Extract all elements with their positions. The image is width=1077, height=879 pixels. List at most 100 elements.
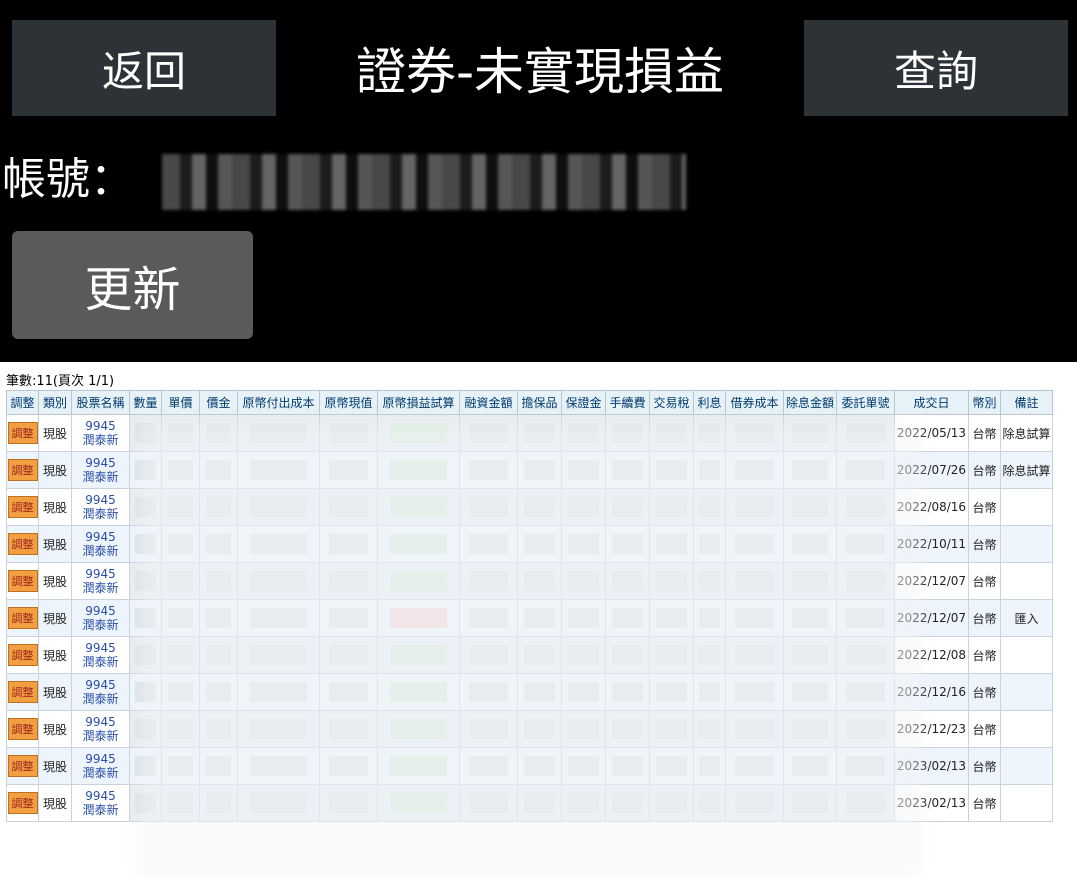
stock-code-link[interactable]: 9945 [73,419,129,433]
query-button[interactable]: 查詢 [804,20,1068,116]
masked-cell [605,784,650,822]
stock-code-link[interactable]: 9945 [73,678,129,692]
account-number-masked[interactable] [162,154,686,210]
masked-cell [459,636,518,674]
stock-code-link[interactable]: 9945 [73,567,129,581]
stock-name-link[interactable]: 潤泰新 [73,470,129,484]
note-cell: 除息試算 [1000,451,1053,489]
stock-code-link[interactable]: 9945 [73,641,129,655]
adjust-button[interactable]: 調整 [7,533,38,555]
trade-date-cell: 2022/10/11 [894,525,969,563]
masked-cell [725,636,784,674]
masked-cell [161,636,200,674]
trade-date-cell: 2022/12/07 [894,599,969,637]
stock-cell[interactable]: 9945 潤泰新 [71,710,130,748]
type-cell: 現股 [38,636,72,674]
stock-code-link[interactable]: 9945 [73,456,129,470]
stock-cell[interactable]: 9945 潤泰新 [71,599,130,637]
stock-name-link[interactable]: 潤泰新 [73,544,129,558]
masked-cell [517,673,562,711]
masked-cell [693,784,726,822]
table-header-row: 調整 類別 股票名稱 數量 單價 價金 原幣付出成本 原幣現值 原幣損益試算 融資金額 擔保品 保證金… [6,390,1053,415]
masked-cell [783,451,837,489]
currency-cell: 台幣 [968,414,1001,452]
stock-code-link[interactable]: 9945 [73,530,129,544]
stock-name-link[interactable]: 潤泰新 [73,692,129,706]
masked-cell [319,525,378,563]
column-header: 類別 [38,390,72,415]
column-header: 單價 [161,390,200,415]
masked-cell [649,414,694,452]
adjust-button[interactable]: 調整 [7,459,38,481]
adjust-button[interactable]: 調整 [7,496,38,518]
table-row: 調整 現股 9945 潤泰新 2022/12/07 台幣 匯入 [6,599,1053,637]
stock-cell[interactable]: 9945 潤泰新 [71,747,130,785]
stock-cell[interactable]: 9945 潤泰新 [71,414,130,452]
masked-cell [161,525,200,563]
results-panel: 筆數:11(頁次 1/1) 調整 類別 股票名稱 數量 單價 價金 原幣付出成本 原幣現值 原幣… [0,362,1077,879]
stock-name-link[interactable]: 潤泰新 [73,766,129,780]
stock-name-link[interactable]: 潤泰新 [73,581,129,595]
masked-cell [517,599,562,637]
back-button[interactable]: 返回 [12,20,276,116]
adjust-cell: 調整 [6,784,39,822]
stock-code-link[interactable]: 9945 [73,715,129,729]
type-cell: 現股 [38,673,72,711]
masked-cell [237,673,320,711]
stock-name-link[interactable]: 潤泰新 [73,729,129,743]
adjust-button[interactable]: 調整 [7,644,38,666]
adjust-button[interactable]: 調整 [7,681,38,703]
stock-cell[interactable]: 9945 潤泰新 [71,488,130,526]
masked-cell [237,784,320,822]
adjust-button[interactable]: 調整 [7,792,38,814]
stock-name-link[interactable]: 潤泰新 [73,803,129,817]
masked-cell [199,673,238,711]
stock-name-link[interactable]: 潤泰新 [73,507,129,521]
stock-name-link[interactable]: 潤泰新 [73,655,129,669]
masked-cell [605,636,650,674]
trade-date-cell: 2022/12/16 [894,673,969,711]
masked-cell [693,747,726,785]
stock-cell[interactable]: 9945 潤泰新 [71,562,130,600]
adjust-button[interactable]: 調整 [7,570,38,592]
masked-cell [836,451,895,489]
column-header: 利息 [693,390,726,415]
type-cell: 現股 [38,747,72,785]
column-header: 手續費 [605,390,650,415]
adjust-button[interactable]: 調整 [7,422,38,444]
stock-code-link[interactable]: 9945 [73,789,129,803]
column-header: 委託單號 [836,390,895,415]
masked-cell [459,414,518,452]
masked-cell [319,414,378,452]
masked-cell [605,710,650,748]
trade-date-cell: 2022/08/16 [894,488,969,526]
stock-code-link[interactable]: 9945 [73,493,129,507]
masked-cell [319,636,378,674]
refresh-button[interactable]: 更新 [12,231,253,339]
adjust-cell: 調整 [6,599,39,637]
masked-cell [783,636,837,674]
column-header: 交易稅 [649,390,694,415]
table-row: 調整 現股 9945 潤泰新 2022/12/23 台幣 [6,710,1053,748]
adjust-button[interactable]: 調整 [7,755,38,777]
stock-cell[interactable]: 9945 潤泰新 [71,525,130,563]
masked-cell [561,710,606,748]
masked-cell [161,414,200,452]
stock-code-link[interactable]: 9945 [73,604,129,618]
stock-code-link[interactable]: 9945 [73,752,129,766]
masked-cell [129,414,162,452]
masked-cell [161,710,200,748]
stock-name-link[interactable]: 潤泰新 [73,433,129,447]
adjust-button[interactable]: 調整 [7,607,38,629]
masked-cell [725,710,784,748]
adjust-cell: 調整 [6,451,39,489]
stock-cell[interactable]: 9945 潤泰新 [71,636,130,674]
stock-cell[interactable]: 9945 潤泰新 [71,673,130,711]
masked-cell [605,562,650,600]
column-header: 原幣付出成本 [237,390,320,415]
adjust-button[interactable]: 調整 [7,718,38,740]
stock-cell[interactable]: 9945 潤泰新 [71,784,130,822]
stock-name-link[interactable]: 潤泰新 [73,618,129,632]
masked-cell [783,673,837,711]
stock-cell[interactable]: 9945 潤泰新 [71,451,130,489]
